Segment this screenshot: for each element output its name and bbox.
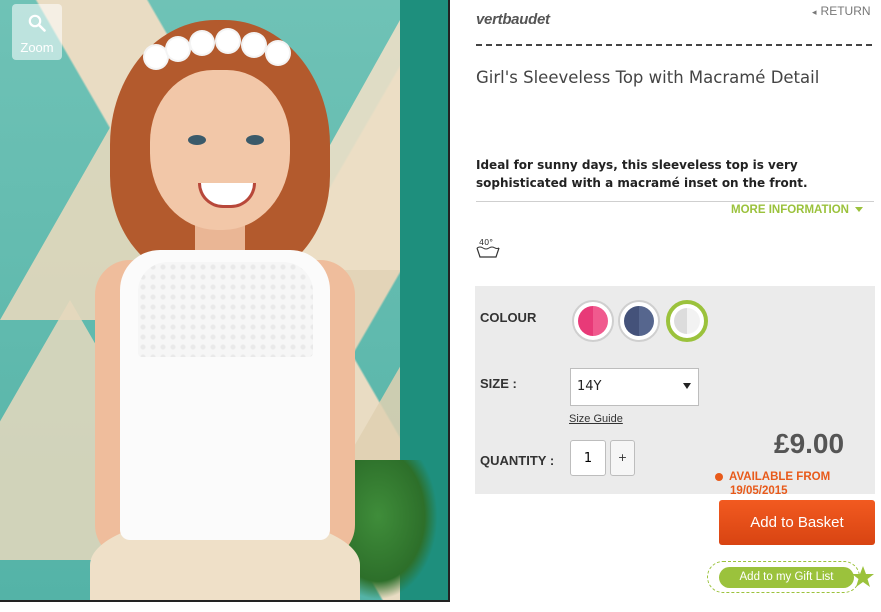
- magnifier-icon: [28, 14, 46, 32]
- macrame-inset: [138, 262, 313, 357]
- more-information-toggle[interactable]: MORE INFORMATION: [731, 204, 863, 216]
- availability-text: AVAILABLE FROM: [729, 471, 831, 483]
- wash-40-icon: 40°: [476, 238, 500, 258]
- product-description: Ideal for sunny days, this sleeveless to…: [476, 158, 808, 190]
- product-price: £9.00: [774, 428, 845, 459]
- brand-logo[interactable]: vertbaudet: [476, 11, 550, 28]
- size-guide-link[interactable]: Size Guide: [569, 413, 623, 425]
- dropdown-caret-icon: [683, 383, 691, 389]
- size-label: SIZE :: [480, 376, 517, 391]
- product-title: Girl's Sleeveless Top with Macramé Detai…: [476, 68, 820, 87]
- svg-text:40°: 40°: [479, 238, 493, 247]
- header-divider: [476, 44, 872, 46]
- chevron-down-icon: [854, 207, 863, 213]
- zoom-button[interactable]: Zoom: [12, 4, 62, 60]
- description-divider: [476, 201, 874, 202]
- swatch-pink-fill: [578, 306, 608, 336]
- back-arrow-icon: ◂: [812, 7, 817, 17]
- return-link[interactable]: ◂ RETURN: [812, 4, 871, 18]
- status-dot-icon: [715, 472, 723, 481]
- quantity-label: QUANTITY :: [480, 453, 555, 468]
- add-to-basket-button[interactable]: Add to Basket: [719, 500, 875, 545]
- swatch-white-fill: [674, 308, 700, 334]
- return-label: RETURN: [820, 4, 871, 18]
- product-image[interactable]: Zoom: [0, 0, 450, 602]
- more-information-label: MORE INFORMATION: [731, 204, 849, 216]
- size-value: 14Y: [577, 379, 602, 394]
- size-select[interactable]: 14Y: [570, 368, 699, 406]
- star-icon: [852, 566, 874, 587]
- availability-notice: AVAILABLE FROM 19/05/2015: [715, 470, 830, 498]
- swatch-navy-fill: [624, 306, 654, 336]
- colour-swatch-navy[interactable]: [618, 300, 660, 342]
- zoom-label: Zoom: [20, 40, 54, 55]
- flower-headband: [145, 30, 295, 70]
- colour-swatch-pink[interactable]: [572, 300, 614, 342]
- colour-swatch-white[interactable]: [666, 300, 708, 342]
- product-options-panel: COLOUR SIZE : 14Y Size Guide QUANTITY : …: [475, 286, 875, 494]
- add-to-gift-list-button[interactable]: Add to my Gift List: [719, 567, 854, 588]
- quantity-input[interactable]: [570, 440, 606, 476]
- colour-label: COLOUR: [480, 310, 537, 325]
- quantity-increase-button[interactable]: +: [610, 440, 635, 476]
- availability-date: 19/05/2015: [730, 485, 788, 497]
